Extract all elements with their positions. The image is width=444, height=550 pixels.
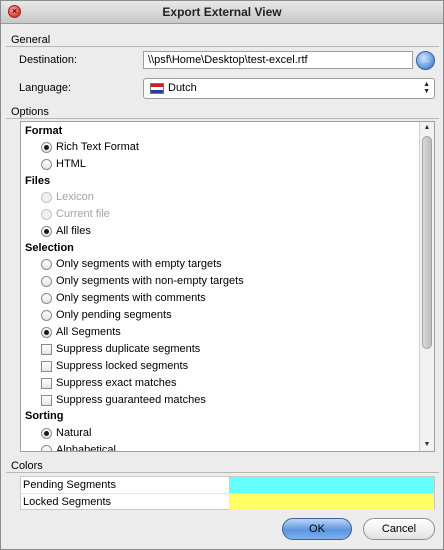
language-select[interactable]: Dutch ▲ ▼	[143, 78, 435, 99]
ok-button[interactable]: OK	[282, 518, 352, 540]
section-options-label: Options	[11, 106, 49, 118]
files-group-title: Files	[25, 175, 51, 187]
export-dialog: × Export External View General Destinati…	[0, 0, 444, 550]
radio-button[interactable]	[41, 276, 52, 287]
netherlands-flag-icon	[150, 83, 164, 94]
color-row-locked: Locked Segments	[21, 493, 434, 510]
title-bar: × Export External View	[1, 1, 443, 24]
checkbox[interactable]	[41, 378, 52, 389]
radio-button[interactable]	[41, 310, 52, 321]
options-scrollbar[interactable]: ▲ ▼	[419, 122, 434, 451]
color-row-label: Pending Segments	[23, 479, 116, 491]
general-divider	[6, 46, 439, 47]
checkbox[interactable]	[41, 395, 52, 406]
color-row-pending: Pending Segments	[21, 477, 434, 493]
pending-color-swatch[interactable]	[229, 477, 434, 493]
format-group-title: Format	[25, 125, 63, 137]
colors-table: Pending Segments Locked Segments	[20, 476, 435, 510]
radio-button[interactable]	[41, 226, 52, 237]
scroll-down-icon[interactable]: ▼	[420, 439, 434, 451]
section-general-label: General	[11, 34, 51, 46]
browse-button[interactable]: ...	[416, 51, 435, 70]
scrollbar-thumb[interactable]	[422, 136, 432, 349]
sorting-group-title: Sorting	[25, 410, 64, 422]
radio-button	[41, 209, 52, 220]
radio-button[interactable]	[41, 293, 52, 304]
radio-button[interactable]	[41, 142, 52, 153]
select-arrows-icon: ▲ ▼	[423, 81, 430, 95]
destination-field[interactable]: \\psf\Home\Desktop\test-excel.rtf	[143, 51, 413, 69]
section-colors-label: Colors	[11, 460, 43, 472]
cancel-button[interactable]: Cancel	[363, 518, 435, 540]
radio-button[interactable]	[41, 159, 52, 170]
options-panel: Format Rich Text Format HTML Files Lexic…	[20, 121, 435, 452]
radio-button[interactable]	[41, 259, 52, 270]
checkbox[interactable]	[41, 361, 52, 372]
colors-divider	[6, 472, 439, 473]
language-label: Language:	[19, 82, 71, 94]
radio-button[interactable]	[41, 445, 52, 451]
dialog-title: Export External View	[162, 5, 282, 19]
radio-button[interactable]	[41, 428, 52, 439]
scroll-up-icon[interactable]: ▲	[420, 122, 434, 134]
options-divider	[6, 118, 439, 119]
checkbox[interactable]	[41, 344, 52, 355]
locked-color-swatch[interactable]	[229, 494, 434, 510]
language-value: Dutch	[168, 82, 197, 94]
selection-group-title: Selection	[25, 242, 74, 254]
radio-button[interactable]	[41, 327, 52, 338]
color-row-label: Locked Segments	[23, 496, 112, 508]
destination-label: Destination:	[19, 54, 78, 66]
radio-button	[41, 192, 52, 203]
